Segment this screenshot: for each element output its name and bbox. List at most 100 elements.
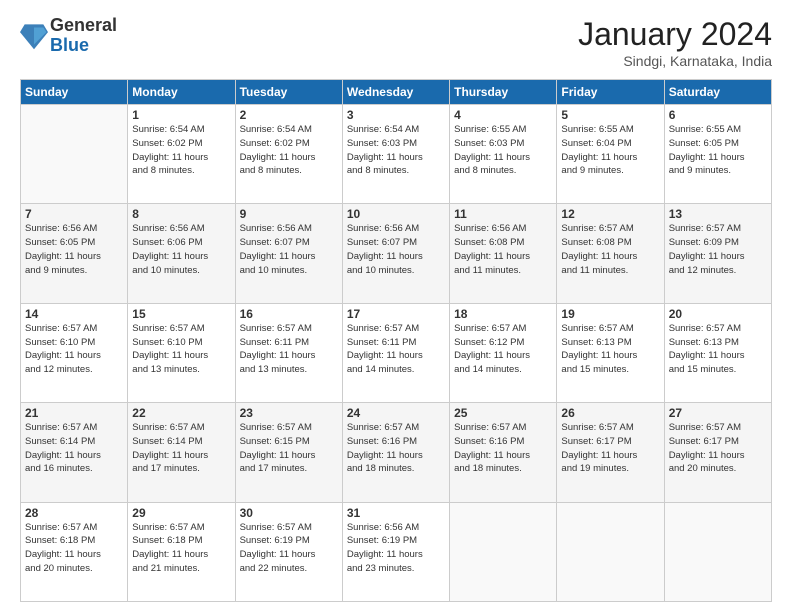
calendar-cell — [450, 502, 557, 601]
day-info-line: Daylight: 11 hours — [454, 449, 552, 463]
logo-text: General Blue — [50, 16, 117, 56]
calendar-cell: 18Sunrise: 6:57 AMSunset: 6:12 PMDayligh… — [450, 303, 557, 402]
calendar-cell: 13Sunrise: 6:57 AMSunset: 6:09 PMDayligh… — [664, 204, 771, 303]
calendar-header-thursday: Thursday — [450, 80, 557, 105]
day-number: 30 — [240, 506, 338, 520]
calendar-week-2: 7Sunrise: 6:56 AMSunset: 6:05 PMDaylight… — [21, 204, 772, 303]
day-info-line: Sunset: 6:03 PM — [347, 137, 445, 151]
day-info-line: and 17 minutes. — [132, 462, 230, 476]
day-info-line: Sunset: 6:02 PM — [132, 137, 230, 151]
day-info-line: Sunset: 6:09 PM — [669, 236, 767, 250]
calendar-header-sunday: Sunday — [21, 80, 128, 105]
subtitle: Sindgi, Karnataka, India — [578, 53, 772, 69]
day-info-line: Sunset: 6:03 PM — [454, 137, 552, 151]
calendar-week-4: 21 Sunrise: 6:57 AMSunset: 6:14 PMDayligh… — [21, 403, 772, 502]
day-number: 18 — [454, 307, 552, 321]
day-info-line: Daylight: 11 hours — [561, 449, 659, 463]
day-info-line: Sunset: 6:07 PM — [240, 236, 338, 250]
day-info-line: Daylight: 11 hours — [132, 250, 230, 264]
day-info-line: Daylight: 11 hours — [454, 151, 552, 165]
day-info: Sunrise: 6:54 AMSunset: 6:03 PMDaylight:… — [347, 123, 445, 178]
header: General Blue January 2024 Sindgi, Karnat… — [20, 16, 772, 69]
day-number: 21 — [25, 406, 123, 420]
day-info-line: Sunrise: 6:57 AM — [454, 421, 552, 435]
calendar-cell: 12Sunrise: 6:57 AMSunset: 6:08 PMDayligh… — [557, 204, 664, 303]
page: General Blue January 2024 Sindgi, Karnat… — [0, 0, 792, 612]
day-info-line: Sunrise: 6:57 AM — [561, 421, 659, 435]
day-info-line: and 20 minutes. — [25, 562, 123, 576]
calendar-week-1: 1Sunrise: 6:54 AMSunset: 6:02 PMDaylight… — [21, 105, 772, 204]
calendar-cell: 25Sunrise: 6:57 AMSunset: 6:16 PMDayligh… — [450, 403, 557, 502]
calendar-cell: 31Sunrise: 6:56 AMSunset: 6:19 PMDayligh… — [342, 502, 449, 601]
day-number: 25 — [454, 406, 552, 420]
calendar-header-tuesday: Tuesday — [235, 80, 342, 105]
calendar-cell: 16Sunrise: 6:57 AMSunset: 6:11 PMDayligh… — [235, 303, 342, 402]
day-info: Sunrise: 6:56 AMSunset: 6:19 PMDaylight:… — [347, 521, 445, 576]
day-info-line: and 18 minutes. — [347, 462, 445, 476]
calendar-cell: 3Sunrise: 6:54 AMSunset: 6:03 PMDaylight… — [342, 105, 449, 204]
day-info-line: Sunrise: 6:57 AM — [240, 322, 338, 336]
day-info-line: Sunset: 6:16 PM — [347, 435, 445, 449]
day-info-line: Sunrise: 6:57 AM — [25, 421, 123, 435]
day-info-line: and 8 minutes. — [454, 164, 552, 178]
calendar-cell: 19Sunrise: 6:57 AMSunset: 6:13 PMDayligh… — [557, 303, 664, 402]
day-info: Sunrise: 6:57 AMSunset: 6:14 PMDaylight:… — [132, 421, 230, 476]
day-info-line: and 14 minutes. — [347, 363, 445, 377]
day-info: Sunrise: 6:57 AMSunset: 6:16 PMDaylight:… — [454, 421, 552, 476]
day-info-line: Sunrise: 6:57 AM — [240, 421, 338, 435]
day-info-line: Sunrise: 6:55 AM — [454, 123, 552, 137]
day-info-line: and 11 minutes. — [561, 264, 659, 278]
day-info-line: Daylight: 11 hours — [132, 548, 230, 562]
calendar-cell: 20Sunrise: 6:57 AMSunset: 6:13 PMDayligh… — [664, 303, 771, 402]
day-info-line: Sunset: 6:11 PM — [240, 336, 338, 350]
day-info-line: Daylight: 11 hours — [669, 151, 767, 165]
day-info-line: Sunrise: 6:56 AM — [240, 222, 338, 236]
day-info: Sunrise: 6:57 AMSunset: 6:08 PMDaylight:… — [561, 222, 659, 277]
day-info-line: Sunset: 6:19 PM — [240, 534, 338, 548]
day-info-line: Daylight: 11 hours — [347, 151, 445, 165]
day-info: Sunrise: 6:57 AMSunset: 6:10 PMDaylight:… — [25, 322, 123, 377]
day-info: Sunrise: 6:57 AMSunset: 6:10 PMDaylight:… — [132, 322, 230, 377]
day-info-line: Sunrise: 6:57 AM — [347, 322, 445, 336]
day-number: 11 — [454, 207, 552, 221]
day-info-line: Sunset: 6:07 PM — [347, 236, 445, 250]
day-info-line: Daylight: 11 hours — [669, 250, 767, 264]
day-info-line: and 12 minutes. — [25, 363, 123, 377]
day-number: 23 — [240, 406, 338, 420]
day-info-line: Sunset: 6:08 PM — [561, 236, 659, 250]
calendar-cell: 10Sunrise: 6:56 AMSunset: 6:07 PMDayligh… — [342, 204, 449, 303]
day-info-line: Sunset: 6:06 PM — [132, 236, 230, 250]
day-number: 15 — [132, 307, 230, 321]
day-number: 31 — [347, 506, 445, 520]
day-info-line: Daylight: 11 hours — [240, 548, 338, 562]
calendar-cell: 29Sunrise: 6:57 AMSunset: 6:18 PMDayligh… — [128, 502, 235, 601]
day-info-line: and 10 minutes. — [347, 264, 445, 278]
day-info: Sunrise: 6:57 AMSunset: 6:13 PMDaylight:… — [669, 322, 767, 377]
day-number: 2 — [240, 108, 338, 122]
day-info-line: Sunset: 6:18 PM — [25, 534, 123, 548]
day-info-line: Sunrise: 6:56 AM — [25, 222, 123, 236]
day-info-line: Sunrise: 6:57 AM — [454, 322, 552, 336]
day-info-line: Sunset: 6:15 PM — [240, 435, 338, 449]
day-info-line: and 19 minutes. — [561, 462, 659, 476]
day-info: Sunrise: 6:55 AMSunset: 6:05 PMDaylight:… — [669, 123, 767, 178]
day-info: Sunrise: 6:57 AMSunset: 6:15 PMDaylight:… — [240, 421, 338, 476]
day-info-line: Daylight: 11 hours — [240, 151, 338, 165]
day-info-line: and 16 minutes. — [25, 462, 123, 476]
day-info: Sunrise: 6:55 AMSunset: 6:04 PMDaylight:… — [561, 123, 659, 178]
day-number: 20 — [669, 307, 767, 321]
day-info-line: and 20 minutes. — [669, 462, 767, 476]
day-info-line: Sunrise: 6:57 AM — [25, 322, 123, 336]
day-info-line: Daylight: 11 hours — [132, 449, 230, 463]
calendar-cell: 26Sunrise: 6:57 AMSunset: 6:17 PMDayligh… — [557, 403, 664, 502]
day-info-line: Sunset: 6:17 PM — [561, 435, 659, 449]
day-info-line: and 8 minutes. — [240, 164, 338, 178]
day-info-line: Daylight: 11 hours — [240, 349, 338, 363]
day-info-line: and 22 minutes. — [240, 562, 338, 576]
calendar-week-3: 14Sunrise: 6:57 AMSunset: 6:10 PMDayligh… — [21, 303, 772, 402]
day-info-line: and 15 minutes. — [669, 363, 767, 377]
logo-icon — [20, 20, 48, 52]
day-info-line: Daylight: 11 hours — [561, 151, 659, 165]
day-info-line: Daylight: 11 hours — [669, 349, 767, 363]
calendar-header-monday: Monday — [128, 80, 235, 105]
